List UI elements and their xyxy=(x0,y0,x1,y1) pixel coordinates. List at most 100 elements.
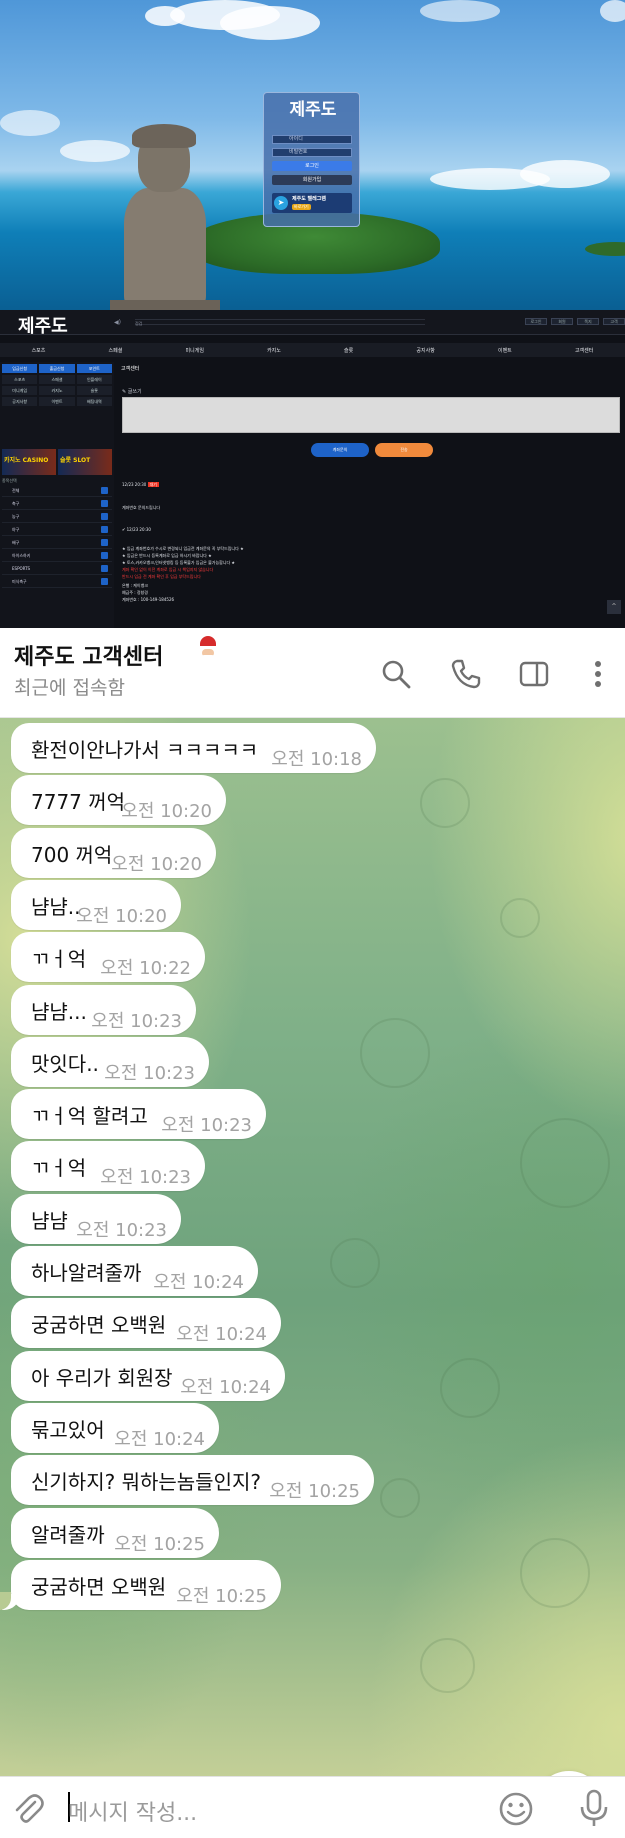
quick-menu-item[interactable]: 미니게임 xyxy=(2,386,38,395)
top-button[interactable]: 로그인 xyxy=(525,318,547,325)
search-icon[interactable] xyxy=(378,656,414,692)
quick-menu-item[interactable]: 출금신청 xyxy=(39,364,75,373)
sidebar-toggle-icon[interactable] xyxy=(516,656,552,692)
message-time: 오전 10:24 xyxy=(114,1428,205,1450)
message-text: 신기하지? 뭐하는놈들인지? xyxy=(31,1470,261,1495)
message-bubble[interactable]: 냠냠 오전 10:23 xyxy=(11,1193,181,1244)
nav-item[interactable]: 공지사항 xyxy=(416,347,434,354)
attach-icon[interactable] xyxy=(8,1789,48,1829)
password-input[interactable]: 비밀번호 xyxy=(272,148,352,157)
league-list: 전체축구농구야구배구아이스하키 ESPORTS 미식축구 xyxy=(2,484,112,588)
league-label: 전체 xyxy=(12,488,20,493)
notice-line: ★ 입금 계좌번호가 수시로 변경되니 입금전 계좌문의 꼭 부탁드립니다 ★ xyxy=(122,546,244,551)
submit-button[interactable]: 전송 xyxy=(375,443,433,457)
quick-menu-item[interactable]: 공지사항 xyxy=(2,397,38,406)
league-label: 배구 xyxy=(12,540,20,545)
league-item[interactable]: 아이스하키 xyxy=(2,549,112,562)
message-time: 오전 10:20 xyxy=(76,905,167,927)
message-bubble[interactable]: 하나알려줄까 오전 10:24 xyxy=(11,1246,258,1296)
username-input[interactable]: 아이디 xyxy=(272,135,352,144)
league-count-badge xyxy=(101,565,108,572)
message-bubble[interactable]: 냠냠.. 오전 10:20 xyxy=(11,879,181,930)
message-time: 오전 10:25 xyxy=(176,1585,267,1607)
message-text: 냠냠 xyxy=(31,1208,68,1233)
top-button[interactable]: 고객 xyxy=(603,318,625,325)
message-bubble[interactable]: 맛잇다.. 오전 10:23 xyxy=(11,1036,209,1087)
league-item[interactable]: 배구 xyxy=(2,536,112,549)
casino-banner[interactable]: 카지노 CASINO xyxy=(2,449,56,475)
league-count-badge xyxy=(101,487,108,494)
phone-icon[interactable] xyxy=(448,656,484,692)
top-button[interactable]: 회원 xyxy=(551,318,573,325)
nav-item[interactable]: 스포츠 xyxy=(32,347,46,354)
message-textarea[interactable] xyxy=(122,397,620,433)
message-bubble[interactable]: ㄲㅓ억 할려고 오전 10:23 xyxy=(11,1089,266,1140)
message-bubble[interactable]: 궁굼하면 오백원 오전 10:24 xyxy=(11,1298,281,1349)
league-label: 아이스하키 xyxy=(12,553,31,558)
message-bubble[interactable]: 신기하지? 뭐하는놈들인지? 오전 10:25 xyxy=(11,1455,374,1506)
message-input[interactable]: 메시지 작성... xyxy=(68,1795,197,1827)
league-item[interactable]: 축구 xyxy=(2,497,112,510)
quick-menu-item[interactable]: 스포츠 xyxy=(2,375,38,384)
quick-menu-item[interactable]: 배팅내역 xyxy=(76,397,112,406)
site-topbar: 제주도 ◀) 점검 로그인 회원 쪽지 고객 xyxy=(0,310,625,338)
scroll-top-button[interactable]: ⌃ xyxy=(607,600,621,614)
nav-item[interactable]: 스페셜 xyxy=(109,347,123,354)
message-bubble[interactable]: 묶고있어 오전 10:24 xyxy=(11,1402,219,1453)
message-bubble[interactable]: 궁굼하면 오백원 오전 10:25 xyxy=(0,1559,281,1610)
nav-item[interactable]: 슬롯 xyxy=(344,347,353,354)
message-bubble[interactable]: 환전이안나가서 ㅋㅋㅋㅋㅋ 오전 10:18 xyxy=(11,723,376,773)
message-text: 700 꺼억 xyxy=(31,842,113,867)
quick-menu-item[interactable]: 인플레이 xyxy=(76,375,112,384)
bank-line: 예금주 : 정창경 xyxy=(122,590,148,595)
microphone-icon[interactable] xyxy=(574,1787,614,1831)
message-bubble[interactable]: 냠냠... 오전 10:23 xyxy=(11,984,196,1035)
league-item[interactable]: 농구 xyxy=(2,510,112,523)
quick-menu-item[interactable]: 포인트 xyxy=(76,364,112,373)
speaker-icon: ◀) xyxy=(114,319,121,326)
league-item[interactable]: 야구 xyxy=(2,523,112,536)
league-item[interactable]: ESPORTS xyxy=(2,562,112,575)
league-item[interactable]: 미식축구 xyxy=(2,575,112,588)
emoji-icon[interactable] xyxy=(496,1789,536,1829)
login-button[interactable]: 로그인 xyxy=(272,161,352,171)
message-bubble[interactable]: 700 꺼억 오전 10:20 xyxy=(11,827,216,878)
site-logo-small[interactable]: 제주도 xyxy=(18,312,68,338)
league-label: 축구 xyxy=(12,501,20,506)
quick-menu-item[interactable]: 입금신청 xyxy=(2,364,38,373)
nav-item[interactable]: 카지노 xyxy=(267,347,281,354)
top-button[interactable]: 쪽지 xyxy=(577,318,599,325)
message-bubble[interactable]: 알려줄까 오전 10:25 xyxy=(11,1507,219,1558)
message-bubble[interactable]: 아 우리가 회원장 오전 10:24 xyxy=(11,1350,285,1401)
message-time: 오전 10:23 xyxy=(100,1167,191,1189)
league-count-badge xyxy=(101,500,108,507)
message-time: 오전 10:18 xyxy=(271,749,362,770)
league-label: 야구 xyxy=(12,527,20,532)
telegram-sub: 바로가기 xyxy=(292,204,311,210)
bank-line: 은행 : 케이뱅크 xyxy=(122,583,148,588)
nav-item[interactable]: 고객센터 xyxy=(575,347,593,354)
league-item[interactable]: 전체 xyxy=(2,484,112,497)
nav-item[interactable]: 이벤트 xyxy=(498,347,512,354)
message-bubble[interactable]: ㄲㅓ억 오전 10:23 xyxy=(11,1141,205,1192)
message-text: 7777 꺼억 xyxy=(31,790,126,815)
post-header[interactable]: 12/23 20:30 대기 xyxy=(122,482,159,488)
nav-item[interactable]: 미니게임 xyxy=(186,347,204,354)
quick-menu-item[interactable]: 카지노 xyxy=(39,386,75,395)
quick-menu-item[interactable]: 이벤트 xyxy=(39,397,75,406)
quick-menu-item[interactable]: 슬롯 xyxy=(76,386,112,395)
more-menu-icon[interactable] xyxy=(580,656,616,692)
quick-menu-item[interactable]: 스페셜 xyxy=(39,375,75,384)
message-bubble[interactable]: 7777 꺼억 오전 10:20 xyxy=(11,775,226,826)
slot-banner[interactable]: 슬롯 SLOT xyxy=(58,449,112,475)
telegram-link[interactable]: ➤ 제주도 텔레그램 바로가기 xyxy=(272,193,352,213)
chat-title[interactable]: 제주도 고객센터 xyxy=(14,639,163,671)
message-time: 오전 10:25 xyxy=(269,1481,360,1503)
join-button[interactable]: 회원가입 xyxy=(272,175,352,185)
message-bubble[interactable]: ㄲㅓ억 오전 10:22 xyxy=(11,932,205,983)
account-inquiry-button[interactable]: 계좌문의 xyxy=(311,443,369,457)
message-time: 오전 10:20 xyxy=(121,801,212,823)
page-title: 고객센터 xyxy=(121,366,140,372)
login-box: 제주도 아이디 비밀번호 로그인 회원가입 ➤ 제주도 텔레그램 바로가기 xyxy=(263,92,360,227)
message-text: ㄲㅓ억 할려고 xyxy=(31,1104,148,1129)
